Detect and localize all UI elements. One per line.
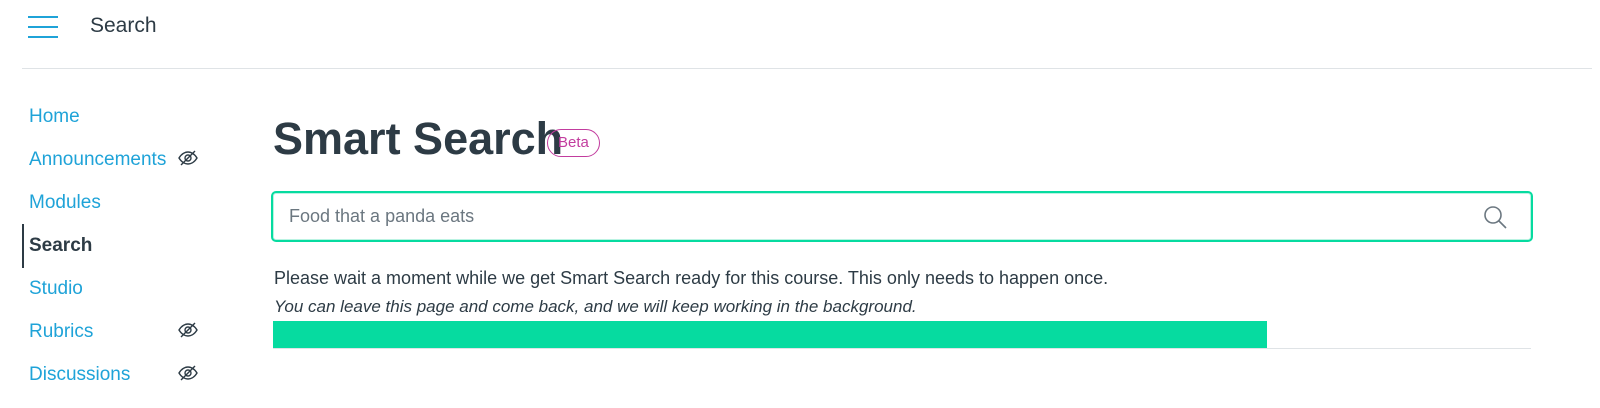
beta-badge: Beta bbox=[547, 129, 600, 157]
top-bar: Search bbox=[0, 0, 1600, 70]
sidebar-item-search[interactable]: Search bbox=[29, 226, 209, 266]
eye-slash-icon bbox=[178, 322, 198, 338]
header-divider bbox=[22, 68, 1592, 69]
search-icon[interactable] bbox=[1483, 205, 1507, 229]
sidebar-item-studio[interactable]: Studio bbox=[29, 269, 209, 309]
page-title: Smart Search bbox=[273, 113, 564, 164]
search-input[interactable] bbox=[289, 193, 1469, 240]
sidebar-item-modules[interactable]: Modules bbox=[29, 183, 209, 223]
breadcrumb: Search bbox=[90, 14, 157, 37]
sidebar-item-home[interactable]: Home bbox=[29, 97, 209, 137]
status-note: You can leave this page and come back, a… bbox=[274, 297, 917, 316]
eye-slash-icon bbox=[178, 150, 198, 166]
progress-bar bbox=[273, 321, 1531, 349]
search-field[interactable] bbox=[271, 191, 1533, 242]
active-indicator bbox=[22, 224, 24, 268]
progress-fill bbox=[273, 321, 1267, 348]
status-message: Please wait a moment while we get Smart … bbox=[274, 268, 1109, 288]
eye-slash-icon bbox=[178, 365, 198, 381]
hamburger-menu-icon[interactable] bbox=[28, 16, 58, 38]
